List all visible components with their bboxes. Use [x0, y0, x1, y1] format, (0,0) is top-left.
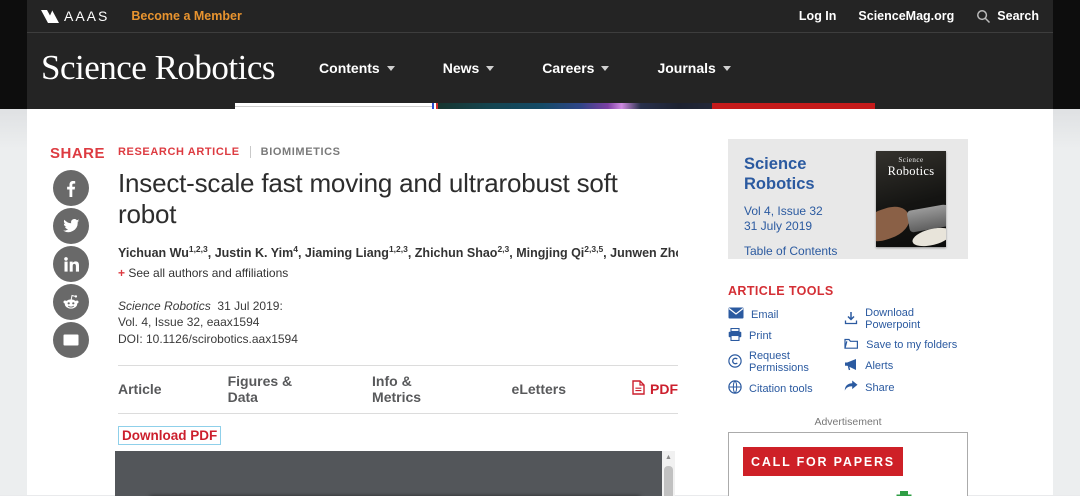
article-category-link[interactable]: BIOMIMETICS: [261, 146, 341, 158]
share-reddit-icon[interactable]: [53, 284, 89, 320]
tool-save-to-my-folders[interactable]: Save to my folders: [844, 337, 968, 352]
tab-pdf[interactable]: PDF: [632, 380, 678, 398]
citation-journal: Science Robotics: [118, 299, 211, 313]
article-tabs: Article Figures & Data Info & Metrics eLett…: [118, 366, 678, 413]
chevron-down-icon: [486, 66, 494, 71]
share-linkedin-icon[interactable]: [53, 246, 89, 282]
citation-date: 31 Jul 2019:: [217, 299, 282, 313]
print-icon: [728, 328, 742, 344]
aaas-logo[interactable]: AAAS: [41, 8, 109, 24]
tool-request-permissions[interactable]: Request Permissions: [728, 350, 844, 374]
aaas-mark-icon: [41, 9, 60, 24]
login-link[interactable]: Log In: [799, 9, 837, 23]
download-icon: [844, 311, 858, 328]
author[interactable]: Zhichun Shao: [415, 246, 498, 260]
nav-item-news[interactable]: News: [443, 60, 495, 76]
article-title: Insect-scale fast moving and ultrarobust…: [118, 168, 678, 230]
become-member-link[interactable]: Become a Member: [131, 9, 241, 23]
author[interactable]: Junwen Zhong: [610, 246, 678, 260]
tab-article[interactable]: Article: [118, 381, 162, 397]
author[interactable]: Yichuan Wu: [118, 246, 189, 260]
article-type-link[interactable]: RESEARCH ARTICLE: [118, 146, 240, 158]
scroll-up-arrow-icon[interactable]: ▲: [662, 451, 675, 461]
pdf-scrollbar[interactable]: ▲: [662, 451, 675, 496]
eyebrow-divider: [250, 146, 251, 158]
alerts-icon: [844, 358, 858, 374]
tool-download-powerpoint[interactable]: Download Powerpoint: [844, 307, 968, 331]
nav-item-contents[interactable]: Contents: [319, 60, 395, 76]
pdf-viewer[interactable]: SCIENCE ROBOTICS|RESEARCH ARTICLE BIOMIM…: [115, 451, 675, 496]
author[interactable]: Justin K. Yim: [215, 246, 294, 260]
chevron-down-icon: [601, 66, 609, 71]
chevron-down-icon: [723, 66, 731, 71]
copyright-icon: [728, 354, 742, 371]
divider: [118, 413, 678, 414]
nav-item-careers[interactable]: Careers: [542, 60, 609, 76]
primary-nav: Contents News Careers Journals: [319, 60, 731, 76]
nav-bar: Science Robotics Contents News Careers Jour…: [27, 33, 1053, 103]
issue-journal-line1: Science: [744, 155, 806, 173]
share-rail: SHARE: [27, 109, 118, 495]
tool-print[interactable]: Print: [728, 328, 844, 344]
cover-title-small: Science: [876, 156, 946, 164]
tool-email[interactable]: Email: [728, 307, 844, 322]
cover-title-big: Robotics: [876, 164, 946, 179]
citation-doi: DOI: 10.1126/scirobotics.aax1594: [118, 331, 678, 347]
plus-icon: +: [118, 266, 125, 280]
issue-journal-line2: Robotics: [744, 175, 815, 193]
author-list: Yichuan Wu1,2,3, Justin K. Yim4, Jiaming…: [118, 244, 678, 260]
share-email-icon[interactable]: [53, 322, 89, 358]
search-icon: [976, 9, 991, 24]
banner-segment: [438, 103, 712, 109]
author[interactable]: Jiaming Liang: [305, 246, 389, 260]
tool-citation-tools[interactable]: Citation tools: [728, 380, 844, 397]
tab-eletters[interactable]: eLetters: [512, 381, 566, 397]
see-all-label: See all authors and affiliations: [128, 266, 288, 280]
table-of-contents-link[interactable]: Table of Contents: [744, 244, 837, 258]
tab-figures-data[interactable]: Figures & Data: [228, 373, 306, 405]
tool-share[interactable]: Share: [844, 380, 968, 395]
pdf-icon: [632, 380, 645, 398]
journal-logo[interactable]: Science Robotics: [41, 48, 275, 88]
right-sidebar: Science Robotics Vol 4, Issue 32 31 July…: [728, 109, 968, 495]
share-icon: [844, 380, 858, 395]
advertisement-label: Advertisement: [728, 416, 968, 428]
utility-bar: AAAS Become a Member Log In ScienceMag.o…: [27, 0, 1053, 33]
article-main: RESEARCH ARTICLE BIOMIMETICS Insect-scal…: [118, 109, 678, 495]
green-cross-swoosh-logo-icon: [883, 490, 921, 496]
site-header: AAAS Become a Member Log In ScienceMag.o…: [0, 0, 1080, 109]
issue-box: Science Robotics Vol 4, Issue 32 31 July…: [728, 139, 968, 259]
email-icon: [728, 307, 744, 322]
article-tools-heading: ARTICLE TOOLS: [728, 284, 968, 298]
scrollbar-thumb[interactable]: [664, 466, 673, 496]
tool-alerts[interactable]: Alerts: [844, 358, 968, 374]
tab-info-metrics[interactable]: Info & Metrics: [372, 373, 446, 405]
partial-ad-banner: [235, 103, 875, 109]
folder-icon: [844, 337, 859, 352]
citation-issue: Vol. 4, Issue 32, eaax1594: [118, 314, 678, 330]
banner-segment: [235, 103, 432, 109]
chevron-down-icon: [387, 66, 395, 71]
citation-block: Science Robotics 31 Jul 2019: Vol. 4, Is…: [118, 298, 678, 347]
share-label: SHARE: [27, 145, 118, 162]
citation-icon: [728, 380, 742, 397]
issue-cover-image[interactable]: Science Robotics: [876, 151, 946, 247]
share-facebook-icon[interactable]: [53, 170, 89, 206]
call-for-papers-banner: CALL FOR PAPERS: [743, 447, 903, 476]
search-label: Search: [997, 9, 1039, 23]
share-twitter-icon[interactable]: [53, 208, 89, 244]
advertisement[interactable]: CALL FOR PAPERS SPJ: [728, 432, 968, 496]
see-all-authors-link[interactable]: + See all authors and affiliations: [118, 266, 678, 280]
nav-item-journals[interactable]: Journals: [657, 60, 730, 76]
aaas-label: AAAS: [64, 8, 109, 24]
banner-segment: [712, 103, 875, 109]
article-tools: Email Print Request Permissions Citation to…: [728, 307, 968, 397]
author[interactable]: Mingjing Qi: [516, 246, 584, 260]
download-pdf-link[interactable]: Download PDF: [118, 426, 221, 445]
sciencemag-link[interactable]: ScienceMag.org: [858, 9, 954, 23]
search-button[interactable]: Search: [976, 9, 1039, 24]
